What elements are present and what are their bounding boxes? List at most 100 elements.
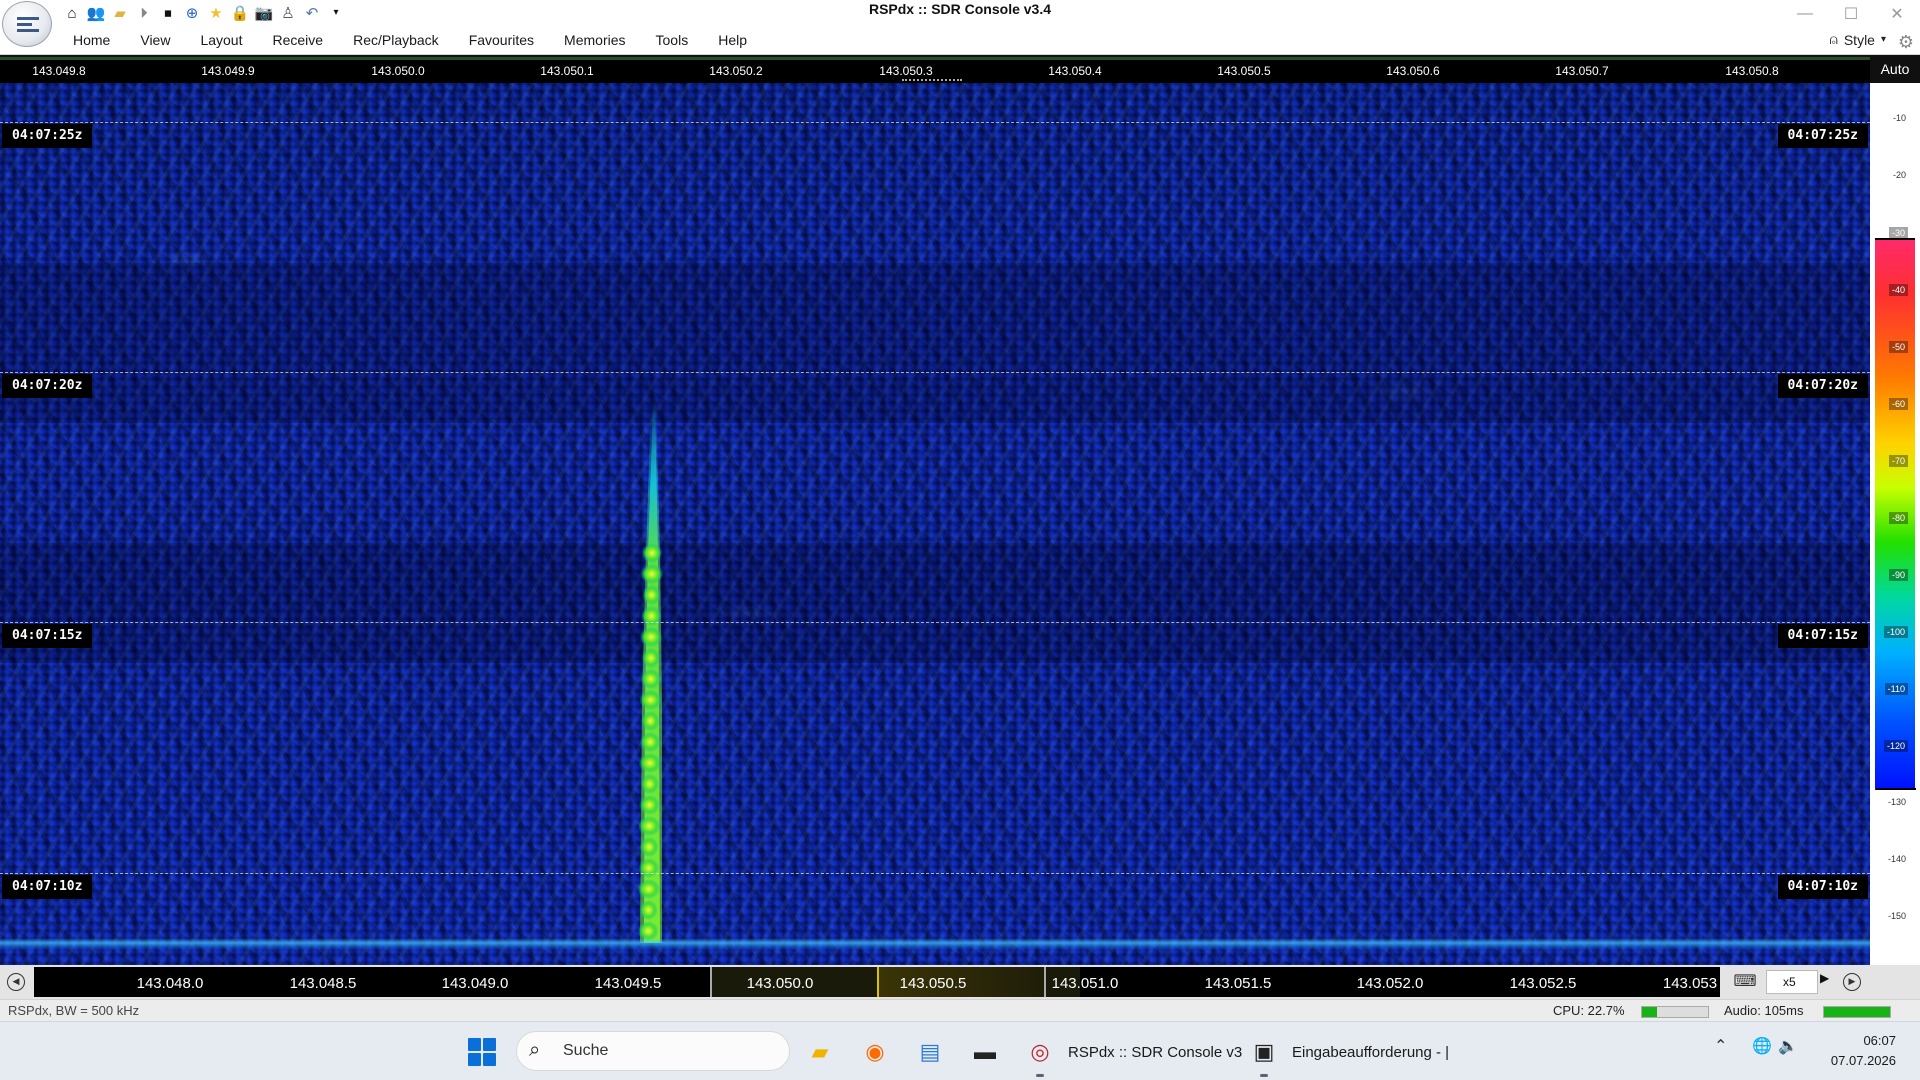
bottom-freq-label: 143.050.5 (899, 975, 967, 992)
bottom-freq-label: 143.048.5 (289, 975, 357, 992)
play-icon[interactable]: ⏵ (134, 3, 154, 23)
quick-access-toolbar: ⌂ 👥 ▰ ⏵ ⏹ ⊕ ★ 🔒 📷 ♙ ↶ ▾ (62, 2, 346, 24)
time-gridline (0, 873, 1870, 874)
gear-icon[interactable]: ⚙ (1898, 32, 1914, 53)
bottom-freq-label: 143.051.0 (1051, 975, 1119, 992)
speaker-icon[interactable]: 🔈 (1778, 1036, 1798, 1056)
chevron-down-icon: ▾ (1880, 34, 1886, 45)
auto-scale-button[interactable]: Auto (1870, 55, 1920, 83)
timestamp-right: 04:07:20z (1777, 374, 1868, 398)
menu-tools[interactable]: Tools (641, 28, 704, 55)
taskbar-search-box[interactable]: ⌕ Suche (516, 1031, 790, 1071)
scale-tick-label: -20 (1892, 170, 1906, 180)
top-frequency-ruler[interactable]: 143.049.8 143.049.9 143.050.0 143.050.1 … (0, 55, 1870, 83)
audio-buffer-meter (1823, 1006, 1891, 1018)
scale-tick-label: -140 (1887, 854, 1906, 864)
signal-burst (639, 900, 658, 920)
home-icon[interactable]: ⌂ (62, 3, 82, 23)
waterfall-display[interactable]: 04:07:25z 04:07:25z 04:07:20z 04:07:20z … (0, 83, 1870, 965)
time-gridline (0, 622, 1870, 623)
scale-floor-marker[interactable] (1876, 788, 1916, 790)
file-explorer-icon: ▰ (811, 1039, 829, 1064)
menu-view[interactable]: View (125, 28, 185, 55)
taskbar-sdr-console[interactable]: ◎ RSPdx :: SDR Console v3 (1024, 1032, 1242, 1072)
bottom-freq-label: 143.048.0 (136, 975, 204, 992)
audio-buffer-fill (1824, 1007, 1890, 1017)
top-freq-label: 143.050.6 (1386, 64, 1440, 78)
taskbar-file-explorer[interactable]: ▰ (804, 1032, 836, 1072)
bottom-freq-label: 143.053 (1662, 975, 1718, 992)
add-icon[interactable]: ⊕ (182, 3, 202, 23)
signal-burst (640, 669, 662, 689)
menu-home[interactable]: Home (58, 28, 125, 55)
taskbar-terminal[interactable]: ▬ (969, 1032, 1001, 1072)
timestamp-right: 04:07:10z (1777, 875, 1868, 899)
minimize-button[interactable]: — (1782, 0, 1828, 28)
time-gridline (0, 372, 1870, 373)
scale-tick-label: -10 (1892, 113, 1906, 123)
signal-burst (637, 879, 661, 899)
taskbar-clock[interactable]: 06:07 07.07.2026 (1831, 1031, 1896, 1071)
camera-icon[interactable]: 📷 (254, 3, 274, 23)
stop-icon[interactable]: ⏹ (158, 3, 178, 23)
notepad-icon: ▤ (919, 1039, 941, 1064)
style-icon: ⍝ (1829, 31, 1838, 47)
zoom-arrow-icon[interactable]: ▶ (1820, 971, 1829, 985)
menu-layout[interactable]: Layout (185, 28, 257, 55)
taskbar-notepad[interactable]: ▤ (914, 1032, 946, 1072)
globe-icon[interactable]: 🌐 (1752, 1036, 1772, 1056)
keyboard-icon[interactable]: ⌨ (1728, 971, 1762, 993)
menu-favourites[interactable]: Favourites (454, 28, 549, 55)
signal-burst (639, 690, 662, 710)
antenna-icon[interactable]: ♙ (278, 3, 298, 23)
chevron-up-icon[interactable]: ⌃ (1714, 1036, 1727, 1056)
taskbar-app-label: Eingabeaufforderung - | (1292, 1043, 1450, 1061)
device-bandwidth-status: RSPdx, BW = 500 kHz (8, 1003, 140, 1018)
top-freq-label: 143.050.0 (371, 64, 425, 78)
application-menu-button[interactable] (2, 1, 52, 47)
bottom-freq-label: 143.052.5 (1509, 975, 1577, 992)
dropdown-icon[interactable]: ▾ (326, 3, 346, 23)
signal-burst (639, 795, 660, 815)
star-icon[interactable]: ★ (206, 3, 226, 23)
cpu-usage-meter (1641, 1006, 1709, 1018)
taskbar-firefox[interactable]: ◉ (859, 1032, 891, 1072)
signal-level-scale[interactable]: -10 -20 -30 -40 -50 -60 -70 -80 -90 -100 -110 -120 -… (1870, 83, 1920, 965)
signal-burst (638, 753, 662, 773)
close-button[interactable]: ✕ (1874, 0, 1920, 28)
firefox-icon: ◉ (865, 1039, 885, 1064)
top-freq-label: 143.049.8 (32, 64, 86, 78)
frequency-axis[interactable]: 143.048.0 143.048.5 143.049.0 143.049.5 … (34, 967, 1720, 997)
zoom-selector[interactable]: x5 (1766, 970, 1818, 994)
top-freq-label: 143.050.4 (1048, 64, 1102, 78)
menu-rec-playback[interactable]: Rec/Playback (338, 28, 454, 55)
folder-icon[interactable]: ▰ (110, 3, 130, 23)
scroll-left-button[interactable]: ◀ (7, 973, 25, 991)
menu-help[interactable]: Help (703, 28, 762, 55)
taskbar-command-prompt[interactable]: ▣ Eingabeaufforderung - | (1248, 1032, 1449, 1072)
scale-tick-label: -100 (1870, 626, 1920, 640)
scale-tick-label: -70 (1870, 455, 1920, 469)
maximize-button[interactable]: ☐ (1828, 0, 1874, 28)
cpu-usage-fill (1642, 1007, 1657, 1017)
menu-receive[interactable]: Receive (258, 28, 339, 55)
scale-tick-label: -60 (1870, 398, 1920, 412)
style-menu[interactable]: ⍝ Style ▾ (1829, 31, 1886, 48)
signal-burst (640, 774, 660, 794)
app-menu-icon (17, 14, 39, 34)
time-gridline (0, 122, 1870, 123)
menu-memories[interactable]: Memories (549, 28, 640, 55)
users-icon[interactable]: 👥 (86, 3, 106, 23)
undo-icon[interactable]: ↶ (302, 3, 322, 23)
lock-icon[interactable]: 🔒 (230, 3, 250, 23)
top-freq-label: 143.049.9 (201, 64, 255, 78)
windows-taskbar: ⌕ Suche ▰ ◉ ▤ ▬ ◎ RSPdx :: SDR Console v… (0, 1021, 1920, 1080)
scroll-right-button[interactable]: ▶ (1843, 973, 1861, 991)
timestamp-left: 04:07:15z (2, 624, 93, 648)
windows-start-button[interactable] (468, 1038, 496, 1066)
scale-tick-label: -150 (1887, 911, 1906, 921)
scale-tick-label: -30 (1870, 227, 1920, 241)
signal-burst (637, 816, 661, 836)
tuning-marker (902, 79, 962, 81)
scale-tick-label: -110 (1870, 683, 1920, 697)
